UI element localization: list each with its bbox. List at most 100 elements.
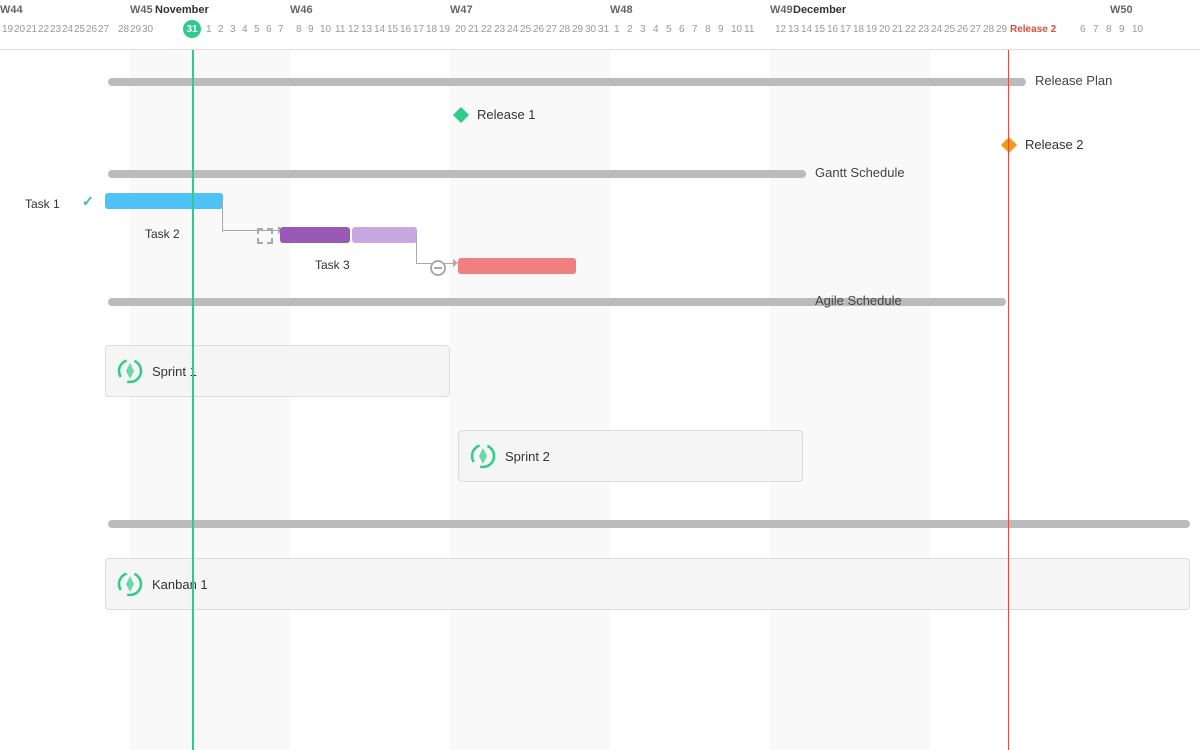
day-6: 6 xyxy=(266,24,272,35)
gantt-container: W44 W45 November W46 W47 W48 W49 Decembe… xyxy=(0,0,1200,750)
day-26: 26 xyxy=(86,24,97,35)
task2-label: Task 2 xyxy=(145,227,180,241)
day-3: 3 xyxy=(230,24,236,35)
stripe-w47 xyxy=(450,50,610,750)
day-9c: 9 xyxy=(718,24,724,35)
arrow-task2-task3-v xyxy=(416,234,417,264)
task1-bar xyxy=(105,193,223,209)
day-23b: 23 xyxy=(494,24,505,35)
release-plan-bar xyxy=(108,78,1026,86)
release1-diamond xyxy=(452,106,470,129)
day-15: 15 xyxy=(387,24,398,35)
day-27c: 27 xyxy=(970,24,981,35)
day-1c: 1 xyxy=(614,24,620,35)
day-26b: 26 xyxy=(533,24,544,35)
agile-schedule-label: Agile Schedule xyxy=(815,293,902,308)
week-w48: W48 xyxy=(610,4,633,16)
day-12c: 12 xyxy=(775,24,786,35)
day-27b: 27 xyxy=(546,24,557,35)
task1-label: Task 1 xyxy=(25,197,60,211)
day-4c: 4 xyxy=(653,24,659,35)
week-w44: W44 xyxy=(0,4,23,16)
day-28b: 28 xyxy=(559,24,570,35)
today-marker: 31 xyxy=(183,20,201,38)
week-w49: W49 xyxy=(770,4,793,16)
task3-label: Task 3 xyxy=(315,258,350,272)
day-22b: 22 xyxy=(481,24,492,35)
day-27: 27 xyxy=(98,24,109,35)
day-20: 20 xyxy=(14,24,25,35)
day-20b: 20 xyxy=(455,24,466,35)
day-24b: 24 xyxy=(507,24,518,35)
day-3c: 3 xyxy=(640,24,646,35)
day-20c: 20 xyxy=(879,24,890,35)
day-30b: 30 xyxy=(585,24,596,35)
day-21: 21 xyxy=(26,24,37,35)
day-9d: 9 xyxy=(1119,24,1125,35)
day-24c: 24 xyxy=(931,24,942,35)
day-16: 16 xyxy=(400,24,411,35)
timeline-header: W44 W45 November W46 W47 W48 W49 Decembe… xyxy=(0,0,1200,50)
kanban1-label: Kanban 1 xyxy=(152,577,208,592)
sprint1-box[interactable]: Sprint 1 xyxy=(105,345,450,397)
week-w47: W47 xyxy=(450,4,473,16)
release2-label: Release 2 xyxy=(1025,137,1084,152)
day-2: 2 xyxy=(218,24,224,35)
task1-checkmark: ✓ xyxy=(82,193,94,210)
day-10c: 10 xyxy=(731,24,742,35)
day-14: 14 xyxy=(374,24,385,35)
day-25: 25 xyxy=(74,24,85,35)
day-9: 9 xyxy=(308,24,314,35)
day-1: 1 xyxy=(206,24,212,35)
day-23: 23 xyxy=(50,24,61,35)
day-29c: 29 xyxy=(996,24,1007,35)
day-8d: 8 xyxy=(1106,24,1112,35)
today-line xyxy=(192,50,194,750)
task3-bar xyxy=(458,258,576,274)
day-29: 29 xyxy=(130,24,141,35)
sprint2-icon xyxy=(469,442,497,470)
task2-icon xyxy=(257,228,273,244)
kanban1-box[interactable]: Kanban 1 xyxy=(105,558,1190,610)
day-10: 10 xyxy=(320,24,331,35)
day-11c: 11 xyxy=(744,24,754,35)
day-6d: 6 xyxy=(1080,24,1086,35)
day-25b: 25 xyxy=(520,24,531,35)
kanban-divider-bar xyxy=(108,520,1190,528)
sprint2-box[interactable]: Sprint 2 xyxy=(458,430,803,482)
day-5c: 5 xyxy=(666,24,672,35)
task2-bar-light xyxy=(352,227,417,243)
week-w46: W46 xyxy=(290,4,313,16)
day-5: 5 xyxy=(254,24,260,35)
sprint2-label: Sprint 2 xyxy=(505,449,550,464)
day-23c: 23 xyxy=(918,24,929,35)
day-7d: 7 xyxy=(1093,24,1099,35)
day-13c: 13 xyxy=(788,24,799,35)
gantt-schedule-bar xyxy=(108,170,806,178)
sprint1-label: Sprint 1 xyxy=(152,364,197,379)
day-11: 11 xyxy=(335,24,345,35)
kanban1-icon xyxy=(116,570,144,598)
day-28: 28 xyxy=(118,24,129,35)
day-19b: 19 xyxy=(439,24,450,35)
month-november: November xyxy=(155,4,209,16)
day-18c: 18 xyxy=(853,24,864,35)
day-22c: 22 xyxy=(905,24,916,35)
day-7: 7 xyxy=(278,24,284,35)
day-29b: 29 xyxy=(572,24,583,35)
day-7c: 7 xyxy=(692,24,698,35)
gantt-schedule-label: Gantt Schedule xyxy=(815,165,905,180)
month-december: December xyxy=(793,4,846,16)
day-18: 18 xyxy=(426,24,437,35)
release-plan-label: Release Plan xyxy=(1035,73,1112,88)
stripe-w49 xyxy=(770,50,930,750)
day-16c: 16 xyxy=(827,24,838,35)
release2-line xyxy=(1008,50,1009,750)
day-25c: 25 xyxy=(944,24,955,35)
day-19: 19 xyxy=(2,24,13,35)
day-31b: 31 xyxy=(598,24,609,35)
stripe-w45 xyxy=(130,50,290,750)
day-19c: 19 xyxy=(866,24,877,35)
day-13: 13 xyxy=(361,24,372,35)
task2-bar-solid xyxy=(280,227,350,243)
